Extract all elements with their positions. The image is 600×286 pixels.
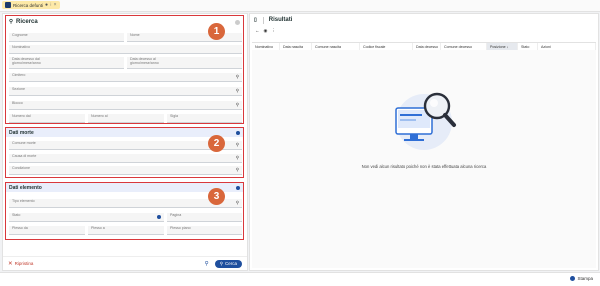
cognome-field[interactable]: Cognome bbox=[9, 33, 124, 42]
results-header: ▯ Risultati bbox=[250, 14, 598, 26]
print-icon bbox=[570, 276, 576, 281]
search-icon: ⚲ bbox=[219, 260, 223, 266]
print-label: Stampa bbox=[577, 276, 593, 281]
numero-dal-field[interactable]: Numero dal bbox=[9, 114, 85, 123]
search-section-header: ⚲ Ricerca bbox=[6, 16, 243, 28]
people-search-icon: ⚲ bbox=[9, 19, 14, 25]
element-section-title: Dati elemento bbox=[9, 184, 42, 191]
stato-field[interactable]: Stato bbox=[9, 213, 164, 222]
tab-ricerca-defunti[interactable]: Ricerca defunti ● ⁝ × bbox=[2, 1, 60, 9]
tab-title: Ricerca defunti bbox=[13, 2, 44, 8]
tab-close-icon[interactable]: × bbox=[54, 2, 57, 8]
info-icon[interactable] bbox=[236, 185, 240, 190]
date-from-field[interactable]: Data decesso dal giorno/mese/anno bbox=[9, 57, 124, 69]
collapse-icon[interactable] bbox=[235, 19, 240, 25]
death-section-header[interactable]: Dati morte bbox=[6, 128, 243, 137]
condizione-field[interactable]: Condizione ⚲ bbox=[9, 166, 242, 175]
title-bar: Ricerca defunti ● ⁝ × bbox=[0, 0, 600, 12]
search-label: Cerca bbox=[224, 261, 237, 266]
badge-3: 3 bbox=[208, 188, 225, 205]
search-icon[interactable]: ⚲ bbox=[236, 155, 239, 160]
plesso-piano-field[interactable]: Plesso piano bbox=[167, 226, 242, 235]
view-icon[interactable]: ◉ bbox=[264, 28, 268, 34]
cimitero-field[interactable]: Cimitero ⚲ bbox=[9, 73, 242, 82]
sezione-field[interactable]: Sezione ⚲ bbox=[9, 87, 242, 96]
tipo-elemento-label: Tipo elemento bbox=[12, 199, 35, 203]
pagina-field[interactable]: Pagina bbox=[167, 213, 242, 222]
comune-morte-label: Comune morte bbox=[12, 141, 36, 145]
results-panel: ▯ Risultati ← ◉ ⋮ Nominativo Data nascit… bbox=[249, 13, 599, 271]
element-data-section: Dati elemento Tipo elemento ⚲ Stato Pagi… bbox=[5, 182, 244, 240]
tipo-elemento-field[interactable]: Tipo elemento ⚲ bbox=[9, 199, 242, 208]
close-icon: ✕ bbox=[8, 260, 13, 267]
search-icon[interactable]: ⚲ bbox=[236, 167, 239, 172]
plesso-da-field[interactable]: Plesso da bbox=[9, 226, 85, 235]
death-data-section: Dati morte Comune morte ⚲ Causa di morte… bbox=[5, 127, 244, 178]
search-section-title: Ricerca bbox=[16, 19, 38, 25]
badge-2: 2 bbox=[208, 135, 225, 152]
search-button[interactable]: ⚲ Cerca bbox=[214, 259, 242, 268]
bottom-bar: Stampa bbox=[0, 272, 600, 286]
info-icon[interactable] bbox=[157, 215, 161, 219]
condizione-label: Condizione bbox=[12, 166, 30, 170]
search-icon[interactable]: ⚲ bbox=[236, 74, 239, 79]
stato-label: Stato bbox=[12, 213, 21, 217]
back-icon[interactable]: ← bbox=[255, 28, 260, 33]
search-icon[interactable]: ⚲ bbox=[236, 102, 239, 107]
panel-toggle-icon[interactable]: ▯ bbox=[254, 17, 257, 23]
app-icon bbox=[5, 2, 11, 8]
search-icon[interactable]: ⚲ bbox=[236, 200, 239, 205]
element-section-header[interactable]: Dati elemento bbox=[6, 183, 243, 192]
search-icon[interactable]: ⚲ bbox=[236, 88, 239, 93]
empty-search-illustration bbox=[395, 92, 456, 150]
search-icon[interactable]: ⚲ bbox=[236, 142, 239, 147]
blocco-field[interactable]: Blocco ⚲ bbox=[9, 101, 242, 110]
print-button[interactable]: Stampa bbox=[570, 276, 593, 281]
results-table-body: Non vedi alcun risultato poiché non è st… bbox=[252, 50, 596, 268]
search-panel: ⚲ Ricerca Cognome Nome Nominativo Data d… bbox=[2, 13, 248, 271]
results-toolbar: ← ◉ ⋮ bbox=[250, 26, 598, 35]
numero-al-field[interactable]: Numero al bbox=[88, 114, 164, 123]
death-section-title: Dati morte bbox=[9, 129, 34, 136]
info-icon[interactable] bbox=[236, 130, 240, 135]
modified-dot-icon: ● bbox=[45, 2, 49, 8]
divider bbox=[262, 16, 264, 24]
date-to-field[interactable]: Data decesso al giorno/mese/anno bbox=[127, 57, 242, 69]
causa-morte-label: Causa di morte bbox=[12, 154, 37, 158]
cimitero-label: Cimitero bbox=[12, 73, 26, 77]
sigla-field[interactable]: Sigla bbox=[167, 114, 242, 123]
reset-button[interactable]: ✕ Ripristina bbox=[8, 261, 33, 267]
search-footer: ✕ Ripristina ⚲ ⚲ Cerca bbox=[3, 256, 247, 270]
zoom-icon[interactable]: ⚲ bbox=[205, 261, 209, 267]
badge-1: 1 bbox=[208, 23, 225, 40]
results-title: Risultati bbox=[268, 17, 293, 23]
plesso-a-field[interactable]: Plesso a bbox=[88, 226, 164, 235]
causa-morte-field[interactable]: Causa di morte ⚲ bbox=[9, 154, 242, 163]
sezione-label: Sezione bbox=[12, 87, 25, 91]
tab-menu-icon[interactable]: ⁝ bbox=[50, 2, 52, 8]
nominativo-field[interactable]: Nominativo bbox=[9, 45, 242, 54]
nome-field[interactable]: Nome bbox=[127, 33, 242, 42]
reset-label: Ripristina bbox=[14, 261, 34, 266]
empty-message: Non vedi alcun risultato poiché non è st… bbox=[361, 164, 487, 169]
blocco-label: Blocco bbox=[12, 101, 23, 105]
more-icon[interactable]: ⋮ bbox=[271, 28, 276, 34]
